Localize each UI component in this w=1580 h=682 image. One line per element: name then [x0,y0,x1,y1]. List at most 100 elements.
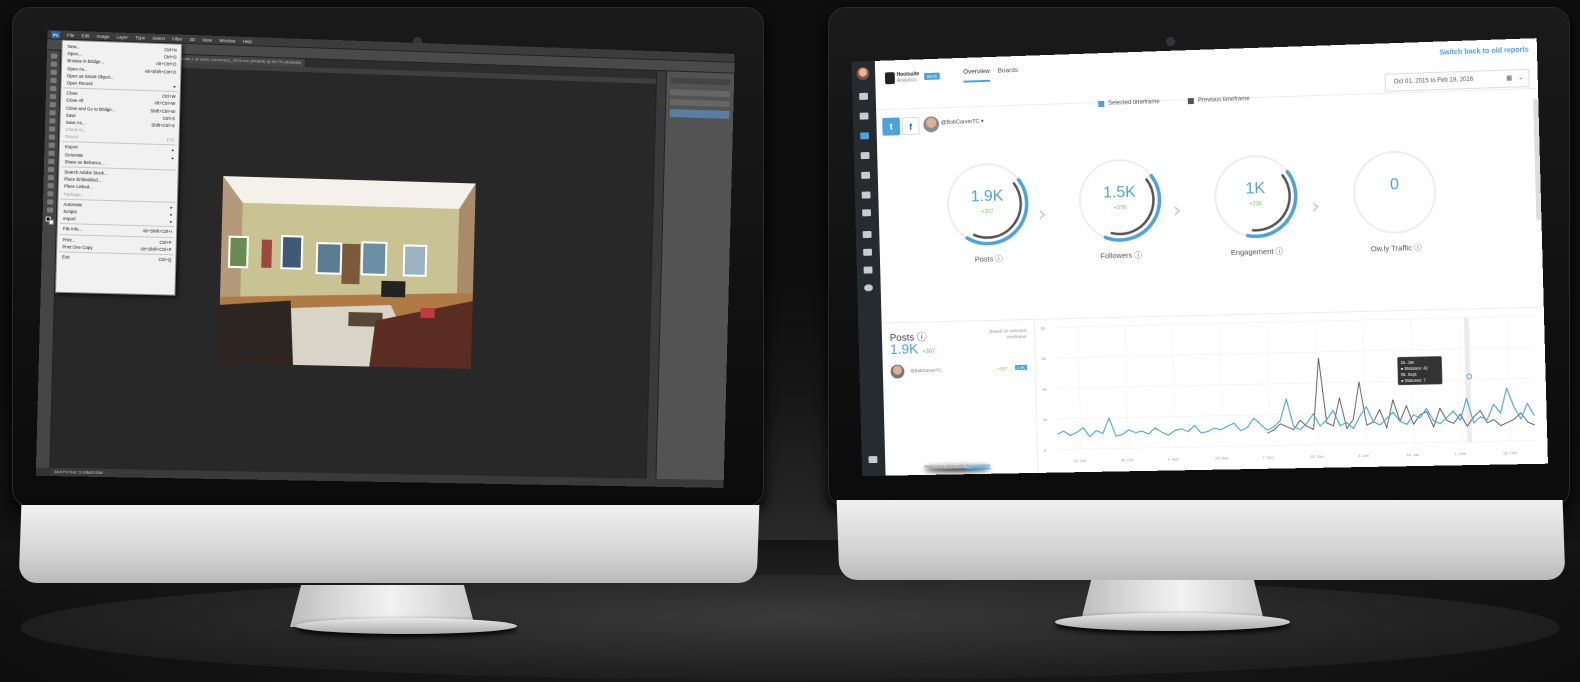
chevron-right-icon: › [1037,202,1047,228]
zoom-tool-icon[interactable] [46,207,54,213]
insights-icon[interactable] [861,191,871,199]
posts-line-chart[interactable]: 0 20 40 60 80 12. Oct 26. Oct 9. Nov 23. Nov 7. D… [1037,308,1540,468]
menu-item-shortcut: Alt+Shift+Ctrl+I [142,228,173,235]
metric-value: 1.5K [1102,183,1137,202]
shape-tool-icon[interactable] [47,191,54,197]
posts-total: 1.9K +307 [890,340,936,356]
ps-menu-help[interactable]: Help [242,38,251,43]
ps-menu-3d[interactable]: 3D [189,36,195,41]
contacts-icon[interactable] [862,209,872,217]
stamp-tool-icon[interactable] [49,118,56,124]
y-tick-label: 60 [1041,356,1046,361]
x-tick-label: 15. Feb [1503,450,1518,455]
hootsuite-logo: Hootsuite Analytics [884,71,924,85]
scene: Ps File Edit Image Layer Type Select Fil… [0,0,1580,682]
hs-nav: Overview Boards [963,67,1018,83]
magic-wand-tool-icon[interactable] [50,77,57,84]
profile-avatar[interactable] [923,116,940,133]
marquee-tool-icon[interactable] [50,61,58,67]
menu-item-shortcut: Alt+Shift+Ctrl+P [140,246,172,252]
metric-value: 0 [1389,176,1400,194]
grid-line [1055,347,1532,358]
posts-summary: Posts ⓘ 1.9K +307 Based on selected time… [881,319,1039,476]
eraser-tool-icon[interactable] [48,134,56,140]
ps-menu-image[interactable]: Image [97,33,110,38]
crop-tool-icon[interactable] [50,85,57,92]
switch-old-reports-link[interactable]: Switch back to old reports [1439,47,1529,57]
campaigns-icon[interactable] [861,171,871,179]
ps-menu-type[interactable]: Type [135,35,145,40]
healing-tool-icon[interactable] [49,102,56,108]
suggestions-link[interactable]: Suggestions [966,463,990,468]
dodge-tool-icon[interactable] [48,158,55,165]
eyedropper-tool-icon[interactable] [49,93,57,100]
grid-line [1056,378,1533,388]
ps-panel-header [670,77,731,86]
color-swatches-icon[interactable] [45,216,54,225]
legend-previous-label: Previous timeframe [1197,96,1250,104]
lasso-tool-icon[interactable] [50,69,57,75]
account-delta: +307 [997,366,1008,372]
y-tick-label: 20 [1043,417,1048,422]
twitter-button[interactable]: t [882,117,901,136]
menu-item-shortcut: ▸ [170,204,173,210]
tooltip-line: ● Statuses: 7 [1401,377,1427,383]
ps-layer-row-selected[interactable] [669,109,730,119]
publisher-icon[interactable] [859,112,869,120]
apps-icon[interactable] [862,230,872,239]
blur-tool-icon[interactable] [48,150,55,156]
facebook-button[interactable]: f [901,116,920,136]
analytics-icon[interactable] [860,132,870,140]
hand-tool-icon[interactable] [47,199,54,205]
metric-value: 1K [1245,179,1266,198]
assignments-icon[interactable] [860,151,870,160]
chevron-right-icon: › [1310,194,1321,220]
gradient-tool-icon[interactable] [48,142,55,148]
profile-selector[interactable]: @BobCarverTC ▾ [941,119,984,126]
menu-item-shortcut: Shift+Ctrl+S [151,122,175,129]
help-icon[interactable] [864,284,873,292]
history-brush-tool-icon[interactable] [49,126,56,132]
tooltip-line: 05. Sept [1401,372,1418,377]
metric-label: Posts ⓘ [974,254,1003,264]
y-tick-label: 40 [1042,387,1047,392]
tab-overview[interactable]: Overview [963,67,991,83]
menu-item-label: Revert [65,134,79,140]
ps-menu-window[interactable]: Window [219,38,235,44]
y-tick-label: 0 [1044,448,1047,453]
metric-card[interactable]: 0 Ow.ly Traffic ⓘ [1340,142,1451,266]
collapse-icon[interactable] [868,456,878,464]
type-tool-icon[interactable] [47,174,55,181]
menu-item-shortcut: ▸ [173,83,176,89]
ps-menu-select[interactable]: Select [152,35,165,40]
tab-boards[interactable]: Boards [998,67,1019,82]
x-tick-label: 7. Dec [1263,454,1275,459]
move-tool-icon[interactable] [50,53,58,59]
menu-item-shortcut: F12 [166,137,175,143]
metric-card[interactable]: 1.5K +376 Followers ⓘ [1066,151,1174,274]
hover-point[interactable] [1467,374,1472,379]
user-avatar[interactable] [856,67,870,81]
brush-tool-icon[interactable] [49,110,56,116]
x-tick-label: 12. Oct [1073,458,1087,463]
floor-ellipse [20,575,1560,680]
metric-card[interactable]: 1.9K +307 Posts ⓘ [934,155,1041,277]
pen-tool-icon[interactable] [47,166,55,173]
date-range-text: Oct 01, 2015 to Feb 19, 2016 [1393,76,1474,86]
ps-menu-layer[interactable]: Layer [117,34,129,39]
metric-card[interactable]: 1K +235 Engagement ⓘ [1201,147,1311,270]
x-tick-label: 21. Dec [1310,453,1324,458]
settings-icon[interactable] [863,248,873,256]
ps-layers-panel [655,71,735,481]
owl-logo-icon [884,72,895,85]
ps-menu-view[interactable]: View [202,37,212,42]
tools-icon[interactable] [863,266,873,274]
account-value-badge: 1.9K [1014,364,1028,371]
menu-item-label: Print One Copy [62,243,93,250]
ps-menu-edit[interactable]: Edit [81,33,89,38]
path-select-tool-icon[interactable] [47,183,54,189]
ps-menu-filter[interactable]: Filter [172,36,182,41]
x-tick-label: 18. Jan [1406,452,1419,457]
streams-icon[interactable] [859,92,869,100]
ps-menu-file[interactable]: File [67,32,75,37]
